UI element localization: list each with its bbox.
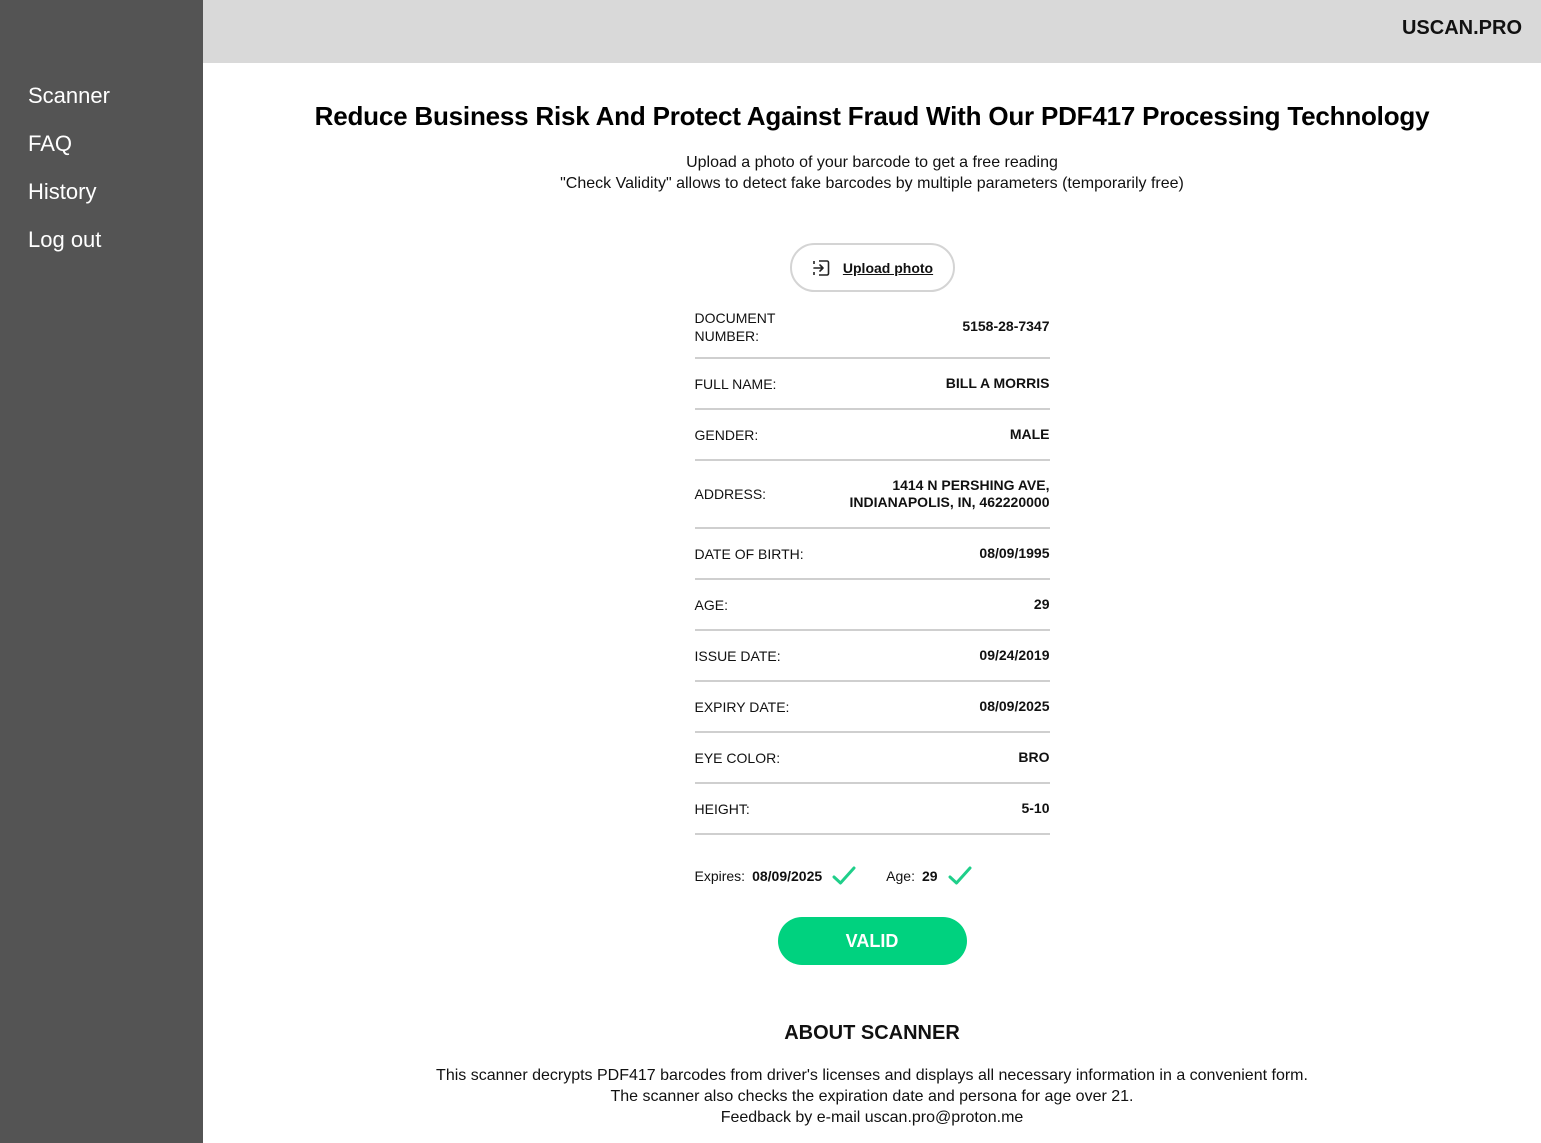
table-row: ADDRESS: 1414 N PERSHING AVE, INDIANAPOL… — [694, 461, 1050, 529]
table-row: EXPIRY DATE: 08/09/2025 — [694, 682, 1050, 733]
field-value: BILL A MORRIS — [945, 375, 1050, 391]
field-value: MALE — [1009, 426, 1050, 442]
sidebar: Scanner FAQ History Log out — [0, 0, 203, 1143]
page-title: Reduce Business Risk And Protect Against… — [314, 101, 1430, 131]
table-row: ISSUE DATE: 09/24/2019 — [694, 631, 1050, 682]
expires-value: 08/09/2025 — [752, 868, 823, 884]
about-line-1: This scanner decrypts PDF417 barcodes fr… — [436, 1067, 1308, 1084]
field-label: HEIGHT: — [694, 800, 750, 817]
field-label: ADDRESS: — [694, 486, 767, 502]
field-value: 09/24/2019 — [979, 647, 1050, 663]
sidebar-item-faq[interactable]: FAQ — [0, 128, 203, 176]
about-line-3: Feedback by e-mail uscan.pro@proton.me — [720, 1109, 1024, 1126]
field-value: 5-10 — [1021, 800, 1050, 816]
field-label: EYE COLOR: — [694, 749, 781, 766]
field-label: DOCUMENT NUMBER: — [694, 309, 776, 344]
table-row: AGE: 29 — [694, 580, 1050, 631]
field-label: ISSUE DATE: — [694, 647, 781, 664]
age-value: 29 — [921, 868, 938, 884]
table-row: HEIGHT: 5-10 — [694, 784, 1050, 835]
check-icon — [948, 866, 972, 885]
table-row: GENDER: MALE — [694, 410, 1050, 461]
about-line-2: The scanner also checks the expiration d… — [610, 1088, 1134, 1105]
validity-checks: Expires: 08/09/2025 Age: 29 — [695, 865, 1050, 887]
field-label: GENDER: — [694, 426, 759, 443]
table-row: FULL NAME: BILL A MORRIS — [694, 359, 1050, 410]
expires-check: Expires: 08/09/2025 — [695, 865, 857, 887]
page-subtitle: Upload a photo of your barcode to get a … — [203, 152, 1541, 194]
expires-label: Expires: — [694, 868, 746, 884]
field-value: 1414 N PERSHING AVE, INDIANAPOLIS, IN, 4… — [849, 477, 1050, 510]
brand-logo[interactable]: USCAN.PRO — [1402, 17, 1522, 40]
field-value: 08/09/2025 — [979, 698, 1050, 714]
field-label: EXPIRY DATE: — [694, 698, 790, 715]
check-icon — [832, 866, 856, 885]
table-row: DOCUMENT NUMBER: 5158-28-7347 — [694, 302, 1050, 359]
upload-icon — [813, 259, 830, 276]
field-value: BRO — [1018, 749, 1050, 765]
about-text: This scanner decrypts PDF417 barcodes fr… — [203, 1065, 1541, 1128]
field-label: AGE: — [694, 596, 728, 613]
sidebar-item-history[interactable]: History — [0, 176, 203, 224]
sidebar-item-logout[interactable]: Log out — [0, 224, 203, 272]
upload-wrapper: Upload photo — [203, 243, 1541, 292]
valid-wrapper: VALID — [203, 917, 1541, 965]
license-details-table: DOCUMENT NUMBER: 5158-28-7347 FULL NAME:… — [694, 302, 1050, 835]
upload-photo-button[interactable]: Upload photo — [789, 243, 955, 292]
about-title: ABOUT SCANNER — [784, 1022, 960, 1044]
main-content: Reduce Business Risk And Protect Against… — [203, 63, 1541, 1143]
sidebar-nav: Scanner FAQ History Log out — [0, 0, 203, 272]
age-label: Age: — [886, 868, 915, 884]
field-label: FULL NAME: — [694, 375, 777, 392]
subtitle-line-1: Upload a photo of your barcode to get a … — [686, 154, 1058, 171]
table-row: EYE COLOR: BRO — [694, 733, 1050, 784]
upload-photo-label: Upload photo — [842, 259, 934, 276]
field-value: 5158-28-7347 — [962, 318, 1050, 334]
field-value: 29 — [1033, 596, 1050, 612]
sidebar-item-scanner[interactable]: Scanner — [0, 80, 203, 128]
table-row: DATE OF BIRTH: 08/09/1995 — [694, 529, 1050, 580]
age-check: Age: 29 — [886, 865, 972, 887]
valid-button[interactable]: VALID — [777, 917, 967, 965]
field-value: 08/09/1995 — [979, 545, 1050, 561]
subtitle-line-2: "Check Validity" allows to detect fake b… — [560, 175, 1184, 192]
top-bar: USCAN.PRO — [203, 0, 1541, 63]
field-label: DATE OF BIRTH: — [694, 545, 804, 562]
